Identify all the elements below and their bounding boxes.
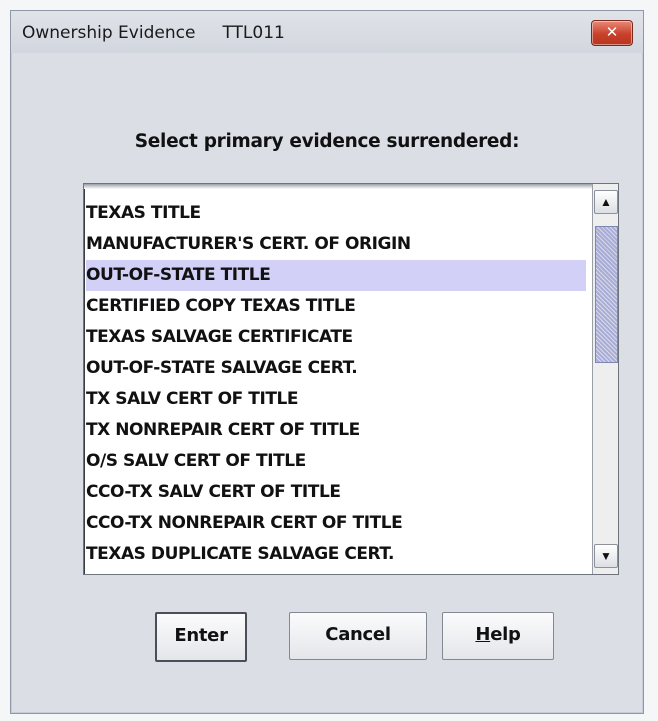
enter-button[interactable]: Enter (155, 612, 247, 662)
list-item[interactable]: CCO-TX NONREPAIR CERT OF TITLE (86, 508, 586, 539)
ownership-evidence-dialog: Ownership Evidence TTL011 ✕ Select prima… (10, 10, 644, 714)
window-title-text: Ownership Evidence (22, 23, 196, 43)
evidence-listbox[interactable]: TEXAS TITLE MANUFACTURER'S CERT. OF ORIGI… (83, 183, 619, 575)
scroll-up-button[interactable]: ▲ (594, 190, 618, 214)
list-item[interactable]: CERTIFIED COPY TEXAS TITLE (86, 291, 586, 322)
scroll-down-button[interactable]: ▼ (594, 544, 618, 568)
list-item[interactable]: TX NONREPAIR CERT OF TITLE (86, 415, 586, 446)
cancel-button[interactable]: Cancel (289, 612, 427, 660)
help-mnemonic: H (475, 624, 491, 645)
listbox-top-edge (84, 184, 618, 189)
list-item[interactable]: TEXAS DUPLICATE SALVAGE CERT. (86, 539, 586, 570)
window-title: Ownership Evidence TTL011 (22, 23, 285, 43)
close-icon: ✕ (605, 23, 619, 41)
scroll-thumb[interactable] (595, 226, 618, 363)
list-item[interactable]: CCO-TX SALV CERT OF TITLE (86, 477, 586, 508)
help-label-rest: elp (490, 624, 521, 645)
window-code: TTL011 (222, 23, 285, 43)
list-item[interactable]: TX SALV CERT OF TITLE (86, 384, 586, 415)
title-bar[interactable]: Ownership Evidence TTL011 ✕ (11, 11, 643, 53)
arrow-up-icon: ▲ (600, 195, 612, 209)
list-item[interactable]: TEXAS SALVAGE CERTIFICATE (86, 322, 586, 353)
vertical-scrollbar[interactable]: ▲ ▼ (592, 184, 618, 574)
list-item[interactable]: OUT-OF-STATE SALVAGE CERT. (86, 353, 586, 384)
list-item[interactable]: O/S SALV CERT OF TITLE (86, 446, 586, 477)
list-item[interactable]: OUT-OF-STATE TITLE (86, 260, 586, 291)
arrow-down-icon: ▼ (600, 549, 612, 563)
help-button[interactable]: Help (442, 612, 554, 660)
list-item[interactable]: TEXAS TITLE (86, 198, 586, 229)
close-button[interactable]: ✕ (591, 20, 633, 46)
evidence-list[interactable]: TEXAS TITLE MANUFACTURER'S CERT. OF ORIGI… (86, 198, 586, 570)
prompt-label: Select primary evidence surrendered: (134, 131, 520, 152)
list-item[interactable]: MANUFACTURER'S CERT. OF ORIGIN (86, 229, 586, 260)
